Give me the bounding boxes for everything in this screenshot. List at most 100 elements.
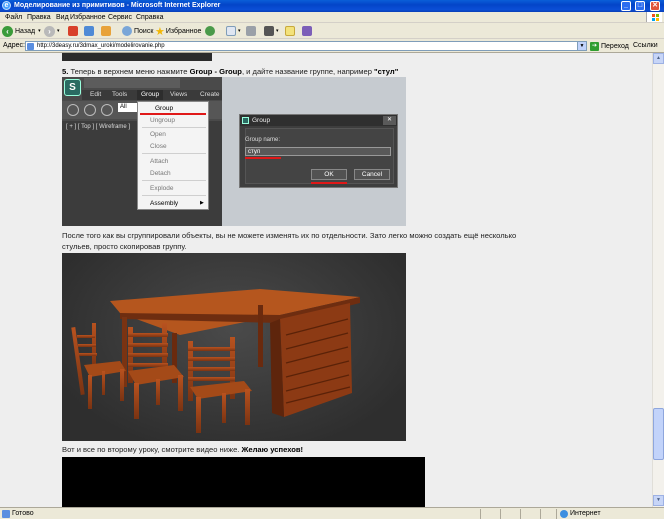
go-arrow-icon: ➔ xyxy=(590,41,599,51)
max-menu-edit: Edit xyxy=(90,91,102,98)
menu-separator xyxy=(142,195,206,196)
security-zone: Интернет xyxy=(570,510,601,517)
red-underline xyxy=(245,157,281,159)
max-logo-icon: S xyxy=(64,79,81,96)
dialog-close-icon: ✕ xyxy=(383,116,396,125)
grouped-paragraph-line-2: стульев, просто скопировав группу. xyxy=(62,242,187,251)
viewport-label: [ + ] [ Top ] [ Wireframe ] xyxy=(66,124,131,130)
home-icon xyxy=(101,26,111,36)
forward-arrow-icon: › xyxy=(44,25,55,37)
address-input[interactable]: http://3deasy.ru/3dmax_uroki/modelirovan… xyxy=(25,41,587,51)
menu-item-explode: Explode xyxy=(150,185,174,192)
dialog-title-bar: Group ✕ xyxy=(240,115,397,126)
red-underline xyxy=(311,182,347,184)
menu-item-group: Group xyxy=(155,105,174,112)
chevron-down-icon: ▾ xyxy=(276,28,279,34)
table-and-chairs-image xyxy=(71,289,360,433)
ie-icon: e xyxy=(2,1,11,10)
menu-separator xyxy=(142,153,206,154)
search-button[interactable]: Поиск xyxy=(122,25,153,37)
windows-logo-icon xyxy=(646,12,662,22)
menu-separator xyxy=(142,127,206,128)
step-text-after: , и дайте название группе, например xyxy=(241,67,375,76)
status-panel xyxy=(480,509,500,519)
menu-bar: Файл Правка Вид Избранное Сервис Справка xyxy=(0,12,664,23)
refresh-button[interactable] xyxy=(84,25,94,37)
history-button[interactable] xyxy=(205,25,215,37)
status-panel xyxy=(540,509,556,519)
links-button[interactable]: Ссылки xyxy=(633,41,658,51)
title-bar: e Моделирование из примитивов - Microsof… xyxy=(0,0,664,12)
menu-favorites[interactable]: Избранное xyxy=(70,13,105,22)
grouped-paragraph-line-1: После того как вы сгруппировали объекты,… xyxy=(62,231,517,240)
scroll-thumb[interactable] xyxy=(653,408,664,460)
menu-item-attach: Attach xyxy=(150,158,169,165)
video-player[interactable] xyxy=(62,457,425,507)
menu-separator xyxy=(142,180,206,181)
discuss-button[interactable] xyxy=(285,25,295,37)
unlink-icon xyxy=(84,104,96,116)
back-button[interactable]: ‹ Назад ▾ xyxy=(2,25,41,37)
furniture-render xyxy=(62,253,406,441)
menu-view[interactable]: Вид xyxy=(56,13,69,22)
link-icon xyxy=(67,104,79,116)
back-arrow-icon: ‹ xyxy=(2,25,13,37)
edit-button[interactable]: ▾ xyxy=(264,25,279,37)
search-icon xyxy=(122,26,132,36)
scroll-up-button[interactable]: ▲ xyxy=(653,53,664,64)
refresh-icon xyxy=(84,26,94,36)
group-dialog: Group ✕ Group name: стул OK Cancel xyxy=(239,114,398,188)
page-icon xyxy=(2,510,10,518)
address-dropdown-button[interactable]: ▼ xyxy=(577,42,586,50)
quick-access-toolbar xyxy=(84,78,180,88)
window-title: Моделирование из примитивов - Microsoft … xyxy=(14,2,221,9)
messenger-button[interactable] xyxy=(302,25,312,37)
closing-paragraph: Вот и все по второму уроку, смотрите вид… xyxy=(62,444,303,455)
mail-button[interactable]: ▾ xyxy=(226,25,241,37)
menu-item-close: Close xyxy=(150,143,167,150)
menu-tools[interactable]: Сервис xyxy=(108,13,132,22)
group-name-field: стул xyxy=(245,147,391,156)
address-url: http://3deasy.ru/3dmax_uroki/modelirovan… xyxy=(37,43,165,49)
step-text-before: Теперь в верхнем меню нажмите xyxy=(68,67,190,76)
favorites-label: Избранное xyxy=(165,27,202,35)
stop-button[interactable] xyxy=(68,25,78,37)
menu-help[interactable]: Справка xyxy=(136,13,163,22)
chevron-down-icon: ▾ xyxy=(238,28,241,34)
go-button[interactable]: ➔ Переход xyxy=(590,41,629,51)
menu-item-assembly: Assembly xyxy=(150,200,179,207)
step-example: "стул" xyxy=(374,67,399,76)
closing-text: Вот и все по второму уроку, смотрите вид… xyxy=(62,445,242,454)
print-button[interactable] xyxy=(246,25,256,37)
minimize-button[interactable]: _ xyxy=(621,1,631,11)
status-text: Готово xyxy=(12,510,34,517)
closing-wish: Желаю успехов! xyxy=(241,445,304,454)
mail-icon xyxy=(226,26,236,36)
max-menu-group: Group xyxy=(137,90,164,100)
stop-icon xyxy=(68,26,78,36)
vertical-scrollbar[interactable]: ▲ ▼ xyxy=(652,53,664,507)
menu-edit[interactable]: Правка xyxy=(27,13,51,22)
address-label: Адрес: xyxy=(3,42,25,49)
page-content: 5. Теперь в верхнем меню нажмите Group -… xyxy=(0,53,652,507)
go-label: Переход xyxy=(601,42,629,50)
submenu-arrow-icon: ▶ xyxy=(200,200,204,206)
globe-icon xyxy=(560,510,568,518)
home-button[interactable] xyxy=(101,25,111,37)
scroll-down-button[interactable]: ▼ xyxy=(653,495,664,506)
back-label: Назад xyxy=(15,27,36,35)
group-name-label: Group name: xyxy=(245,137,281,143)
previous-image-bottom xyxy=(62,53,212,61)
status-bar: Готово Интернет xyxy=(0,507,664,519)
group-dropdown-menu: Group Ungroup Open Close Attach Detach E… xyxy=(137,101,209,210)
menu-item-ungroup: Ungroup xyxy=(150,117,175,124)
maximize-button[interactable]: □ xyxy=(635,1,645,11)
ok-button: OK xyxy=(311,169,347,180)
favorites-button[interactable]: ★ Избранное xyxy=(155,25,202,38)
step-5-text: 5. Теперь в верхнем меню нажмите Group -… xyxy=(62,66,398,77)
edit-icon xyxy=(264,26,274,36)
close-button[interactable]: ✕ xyxy=(650,1,660,11)
chevron-down-icon: ▾ xyxy=(38,28,41,34)
forward-button[interactable]: › ▾ xyxy=(44,25,60,37)
menu-file[interactable]: Файл xyxy=(5,13,22,22)
